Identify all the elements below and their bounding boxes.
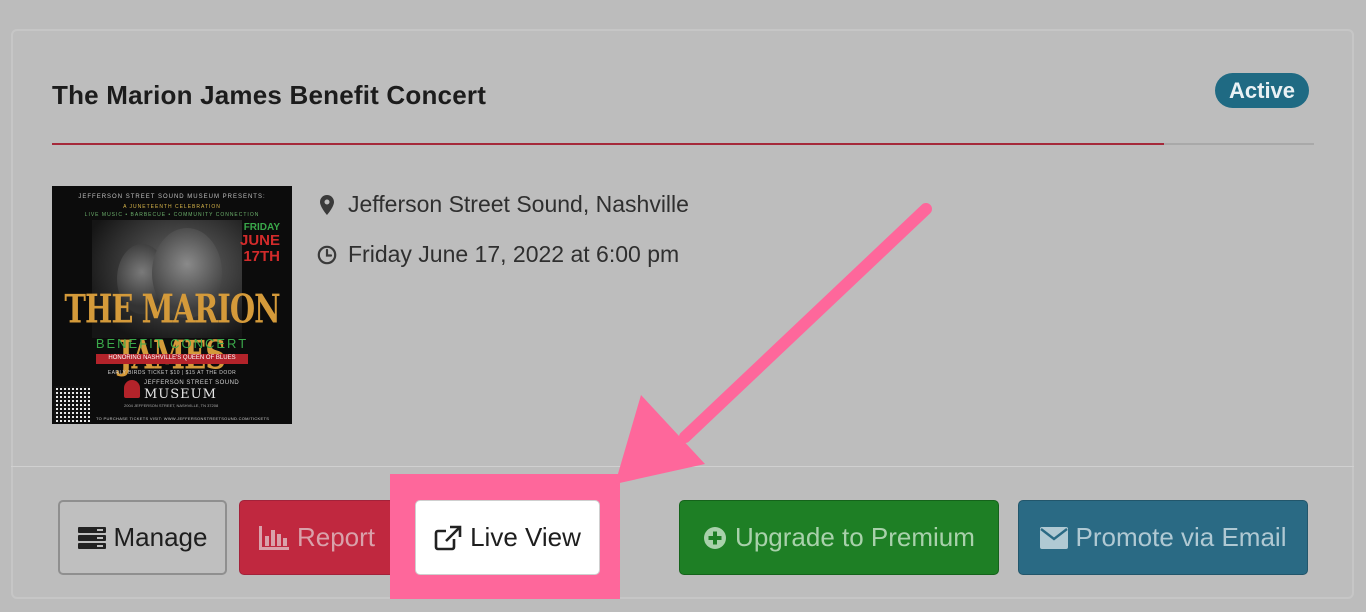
- pointer-arrow: [615, 203, 932, 484]
